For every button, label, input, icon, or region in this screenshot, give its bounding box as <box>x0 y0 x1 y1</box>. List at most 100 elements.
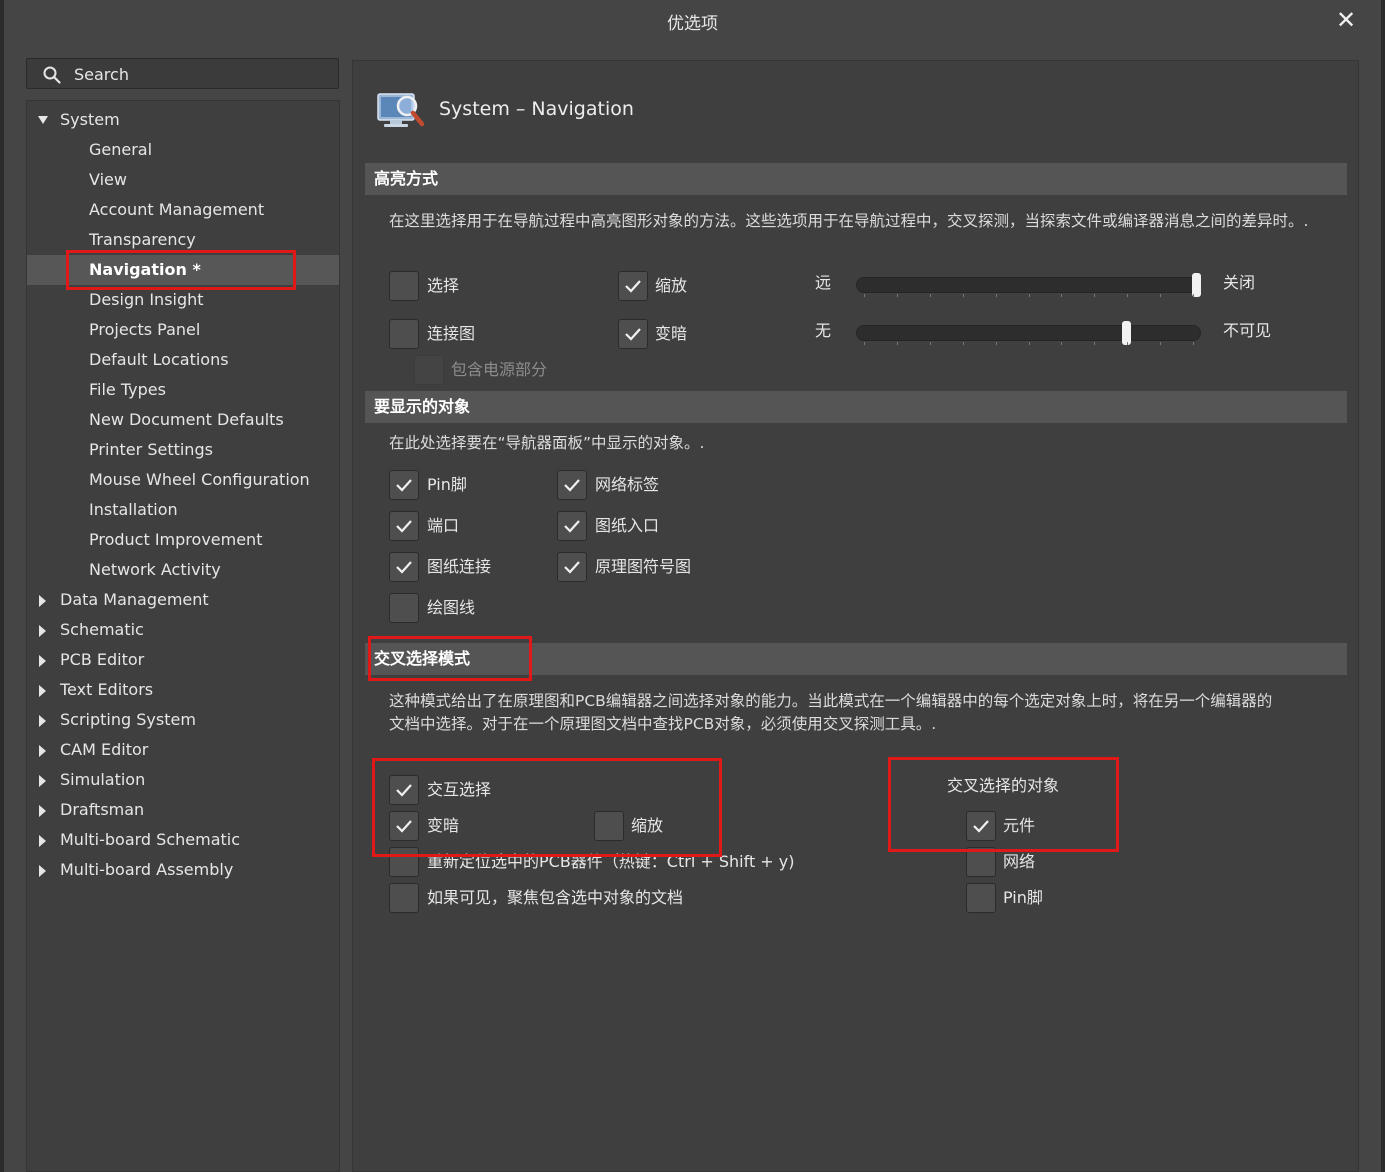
tree-item-multi-board-schematic[interactable]: Multi-board Schematic <box>27 825 339 855</box>
tree-item-data-management[interactable]: Data Management <box>27 585 339 615</box>
checkbox-pin[interactable] <box>389 470 419 500</box>
window-edge-left <box>0 0 4 1172</box>
tree-item-account-management[interactable]: Account Management <box>27 195 339 225</box>
preferences-tree: System General View Account Management T… <box>26 100 340 1172</box>
slider-groove <box>856 325 1201 341</box>
label-interactive-select: 交互选择 <box>427 780 492 799</box>
expand-arrow-icon[interactable] <box>39 685 46 697</box>
checkbox-connection-graph[interactable] <box>389 319 419 349</box>
tree-item-schematic[interactable]: Schematic <box>27 615 339 645</box>
tree-item-product-improvement[interactable]: Product Improvement <box>27 525 339 555</box>
tree-item-scripting-system[interactable]: Scripting System <box>27 705 339 735</box>
search-box[interactable] <box>26 58 339 89</box>
slider-tick <box>864 342 865 345</box>
tree-item-multi-board-assembly[interactable]: Multi-board Assembly <box>27 855 339 885</box>
expand-arrow-icon[interactable] <box>39 835 46 847</box>
slider-tick <box>930 294 931 297</box>
tree-item-draftsman[interactable]: Draftsman <box>27 795 339 825</box>
checkbox-reposition-pcb[interactable] <box>389 847 419 877</box>
check-icon <box>564 561 580 574</box>
close-icon[interactable]: ✕ <box>1330 4 1362 36</box>
checkbox-components[interactable] <box>966 811 996 841</box>
checkbox-nets[interactable] <box>966 847 996 877</box>
tree-item-transparency[interactable]: Transparency <box>27 225 339 255</box>
expand-arrow-icon[interactable] <box>39 775 46 787</box>
zoom-level-slider[interactable] <box>856 273 1201 297</box>
section-highlight-methods: 高亮方式 <box>365 163 1347 195</box>
checkbox-include-power[interactable] <box>414 355 444 385</box>
checkbox-interactive-select[interactable] <box>389 775 419 805</box>
dim-slider-left-label: 无 <box>815 321 832 340</box>
section-objects-to-display: 要显示的对象 <box>365 391 1347 423</box>
tree-item-new-document-defaults[interactable]: New Document Defaults <box>27 405 339 435</box>
expand-arrow-icon[interactable] <box>39 745 46 757</box>
checkbox-sheet-connector[interactable] <box>389 552 419 582</box>
expand-arrow-icon[interactable] <box>39 865 46 877</box>
section-cross-select-mode: 交叉选择模式 <box>365 643 1347 675</box>
tree-item-view[interactable]: View <box>27 165 339 195</box>
checkbox-dim[interactable] <box>618 319 648 349</box>
checkbox-cross-dim[interactable] <box>389 811 419 841</box>
slider-tick <box>930 342 931 345</box>
tree-item-file-types[interactable]: File Types <box>27 375 339 405</box>
checkbox-sheet-entry[interactable] <box>557 511 587 541</box>
window-title: 优选项 <box>667 14 718 34</box>
expand-arrow-icon[interactable] <box>39 715 46 727</box>
slider-tick <box>1160 342 1161 345</box>
checkbox-net-label[interactable] <box>557 470 587 500</box>
checkbox-cross-zoom[interactable] <box>594 811 624 841</box>
checkbox-focus-document[interactable] <box>389 883 419 913</box>
checkbox-sheet-symbol[interactable] <box>557 552 587 582</box>
tree-item-simulation[interactable]: Simulation <box>27 765 339 795</box>
slider-tick <box>1061 342 1062 345</box>
slider-tick <box>1029 342 1030 345</box>
slider-tick <box>1127 342 1128 345</box>
tree-item-installation[interactable]: Installation <box>27 495 339 525</box>
tree-item-default-locations[interactable]: Default Locations <box>27 345 339 375</box>
label-nets: 网络 <box>1003 852 1036 871</box>
slider-tick <box>1193 342 1194 345</box>
check-icon <box>564 520 580 533</box>
zoom-slider-left-label: 远 <box>815 273 832 292</box>
checkbox-graphic-lines[interactable] <box>389 593 419 623</box>
collapse-arrow-icon[interactable] <box>38 116 48 124</box>
check-icon <box>396 784 412 797</box>
tree-item-mouse-wheel-configuration[interactable]: Mouse Wheel Configuration <box>27 465 339 495</box>
expand-arrow-icon[interactable] <box>39 805 46 817</box>
expand-arrow-icon[interactable] <box>39 655 46 667</box>
tree-item-navigation[interactable]: Navigation * <box>27 255 339 285</box>
check-icon <box>564 479 580 492</box>
slider-tick <box>897 294 898 297</box>
tree-item-general[interactable]: General <box>27 135 339 165</box>
label-graphic-lines: 绘图线 <box>427 598 476 617</box>
checkbox-port[interactable] <box>389 511 419 541</box>
label-cross-dim: 变暗 <box>427 816 460 835</box>
objects-description: 在此处选择要在“导航器面板”中显示的对象。. <box>389 434 705 452</box>
check-icon <box>625 328 641 341</box>
label-select: 选择 <box>427 276 460 295</box>
tree-item-pcb-editor[interactable]: PCB Editor <box>27 645 339 675</box>
search-icon <box>43 66 61 84</box>
expand-arrow-icon[interactable] <box>39 595 46 607</box>
label-reposition-pcb: 重新定位选中的PCB器件（热键：Ctrl + Shift + y) <box>427 852 795 871</box>
label-net-label: 网络标签 <box>595 475 660 494</box>
tree-item-printer-settings[interactable]: Printer Settings <box>27 435 339 465</box>
dim-level-slider[interactable] <box>856 321 1201 345</box>
tree-item-text-editors[interactable]: Text Editors <box>27 675 339 705</box>
slider-tick <box>864 294 865 297</box>
cross-select-description: 这种模式给出了在原理图和PCB编辑器之间选择对象的能力。当此模式在一个编辑器中的… <box>389 692 1273 733</box>
tree-item-network-activity[interactable]: Network Activity <box>27 555 339 585</box>
check-icon <box>396 479 412 492</box>
expand-arrow-icon[interactable] <box>39 625 46 637</box>
checkbox-pins[interactable] <box>966 883 996 913</box>
checkbox-zoom[interactable] <box>618 271 648 301</box>
slider-tick <box>1094 294 1095 297</box>
search-input[interactable] <box>74 62 324 86</box>
checkbox-select[interactable] <box>389 271 419 301</box>
tree-item-system[interactable]: System <box>27 105 339 135</box>
dim-slider-right-label: 不可见 <box>1223 321 1272 340</box>
zoom-slider-right-label: 关闭 <box>1223 273 1256 292</box>
tree-item-cam-editor[interactable]: CAM Editor <box>27 735 339 765</box>
tree-item-projects-panel[interactable]: Projects Panel <box>27 315 339 345</box>
tree-item-design-insight[interactable]: Design Insight <box>27 285 339 315</box>
